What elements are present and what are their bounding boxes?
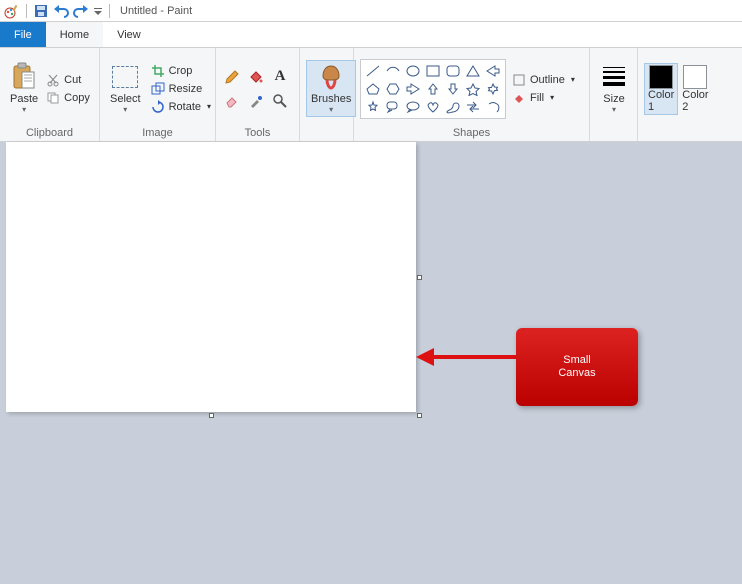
qat-dropdown-icon[interactable]: [93, 3, 103, 19]
rotate-button[interactable]: Rotate▾: [151, 100, 211, 114]
tab-home[interactable]: Home: [46, 22, 103, 47]
group-label: Clipboard: [6, 125, 93, 139]
group-size: Size ▾: [590, 48, 638, 141]
color-1-swatch: [649, 65, 673, 89]
undo-icon[interactable]: [53, 3, 69, 19]
fill-icon: [512, 91, 526, 105]
group-colors: Color 1 Color 2: [638, 48, 728, 141]
group-label: Shapes: [360, 125, 583, 139]
eraser-tool[interactable]: [222, 91, 242, 111]
resize-handle-corner[interactable]: [417, 413, 422, 418]
size-icon: [600, 63, 628, 91]
shape-outline-button[interactable]: Outline▾: [512, 73, 575, 87]
size-button[interactable]: Size ▾: [596, 61, 632, 116]
group-label: [644, 125, 722, 139]
menu-tabs: File Home View: [0, 22, 742, 48]
divider: [109, 4, 110, 18]
resize-icon: [151, 82, 165, 96]
color-2-swatch: [683, 65, 707, 89]
outline-icon: [512, 73, 526, 87]
magnifier-tool[interactable]: [270, 91, 290, 111]
group-label: Tools: [222, 125, 293, 139]
select-button[interactable]: Select ▾: [106, 61, 145, 116]
ribbon: Paste ▾ Cut Copy Clipboard Select ▾: [0, 48, 742, 142]
color-2-button[interactable]: Color 2: [678, 63, 712, 115]
color-1-button[interactable]: Color 1: [644, 63, 678, 115]
group-clipboard: Paste ▾ Cut Copy Clipboard: [0, 48, 100, 141]
group-label: [596, 125, 631, 139]
shapes-gallery[interactable]: [360, 59, 506, 119]
chevron-down-icon: ▾: [123, 105, 127, 114]
select-icon: [112, 66, 138, 88]
brushes-button[interactable]: Brushes ▾: [306, 60, 356, 117]
resize-button[interactable]: Resize: [151, 82, 211, 96]
group-shapes: Outline▾ Fill▾ Shapes: [354, 48, 590, 141]
crop-icon: [151, 64, 165, 78]
brush-icon: [317, 63, 345, 91]
color-picker-tool[interactable]: [246, 91, 266, 111]
canvas[interactable]: [6, 142, 416, 412]
group-brushes: Brushes ▾: [300, 48, 354, 141]
text-tool[interactable]: A: [270, 67, 290, 87]
group-image: Select ▾ Crop Resize Rotate▾ Image: [100, 48, 216, 141]
annotation-arrow: [416, 342, 520, 372]
annotation-callout: Small Canvas: [516, 328, 638, 406]
resize-handle-bottom[interactable]: [209, 413, 214, 418]
tab-view[interactable]: View: [103, 22, 155, 47]
group-tools: A Tools: [216, 48, 300, 141]
fill-tool[interactable]: [246, 67, 266, 87]
paste-icon: [10, 63, 38, 91]
chevron-down-icon: ▾: [22, 105, 26, 114]
tab-file[interactable]: File: [0, 22, 46, 47]
title-bar: Untitled - Paint: [0, 0, 742, 22]
save-icon[interactable]: [33, 3, 49, 19]
crop-button[interactable]: Crop: [151, 64, 211, 78]
workspace: Small Canvas: [0, 142, 742, 584]
chevron-down-icon: ▾: [612, 105, 616, 114]
cut-icon: [46, 73, 60, 87]
divider: [26, 4, 27, 18]
cut-button[interactable]: Cut: [46, 73, 90, 87]
group-label: Image: [106, 125, 209, 139]
shape-fill-button[interactable]: Fill▾: [512, 91, 575, 105]
copy-icon: [46, 91, 60, 105]
redo-icon[interactable]: [73, 3, 89, 19]
group-label: [306, 125, 347, 139]
chevron-down-icon: ▾: [329, 105, 333, 114]
rotate-icon: [151, 100, 165, 114]
pencil-tool[interactable]: [222, 67, 242, 87]
resize-handle-right[interactable]: [417, 275, 422, 280]
app-icon: [4, 3, 20, 19]
paste-button[interactable]: Paste ▾: [6, 61, 42, 116]
window-title: Untitled - Paint: [120, 5, 192, 17]
copy-button[interactable]: Copy: [46, 91, 90, 105]
